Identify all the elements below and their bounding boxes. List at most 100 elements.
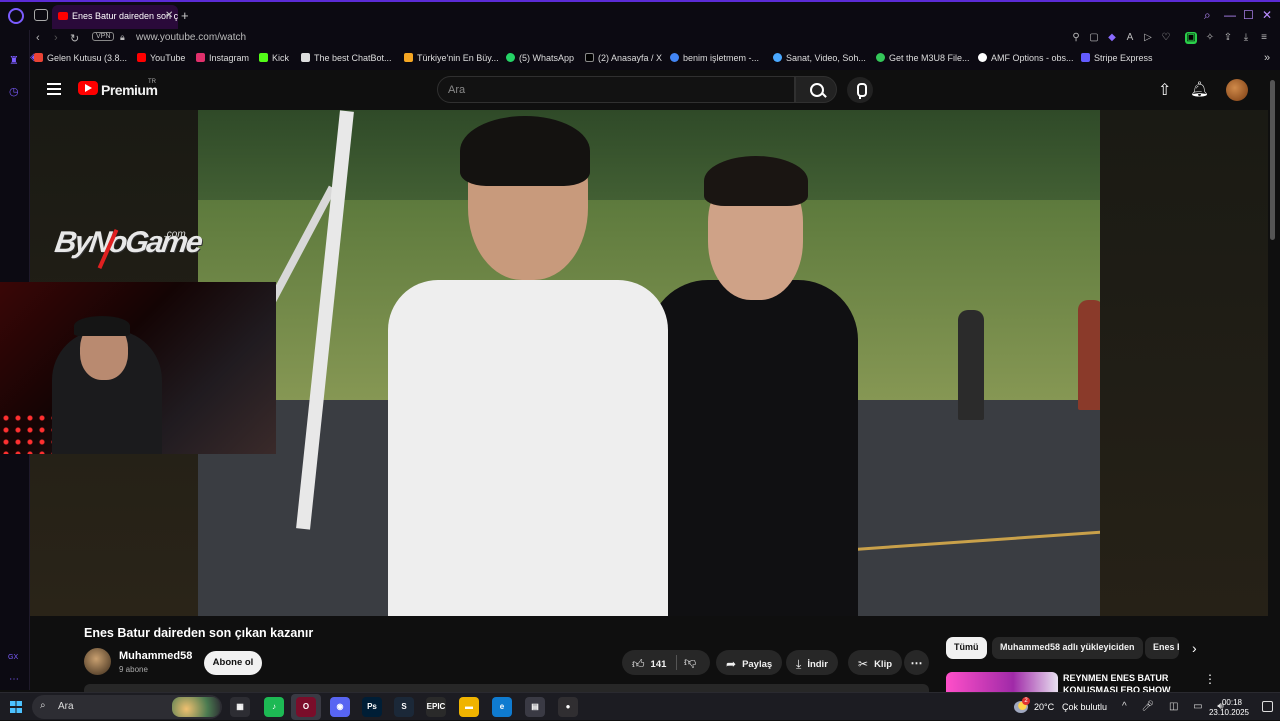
opera-gx-logo-icon[interactable] — [8, 8, 24, 24]
translate-icon[interactable]: A — [1124, 32, 1136, 44]
thumbs-up-icon: 👍︎ — [632, 657, 645, 671]
clock-time[interactable]: 00:18 — [1212, 698, 1252, 707]
recommended-menu-icon[interactable]: ⋮ — [1204, 672, 1216, 686]
clock-date[interactable]: 23.10.2025 — [1204, 708, 1254, 717]
bookmark-page-icon[interactable]: ⚲ — [1070, 32, 1082, 44]
extensions-icon[interactable]: ✧ — [1204, 32, 1216, 44]
bookmark-kick[interactable]: Kick — [259, 53, 289, 63]
back-icon[interactable]: ‹ — [36, 32, 40, 44]
vpn-badge[interactable]: VPN — [92, 32, 115, 41]
opera-gx-icon[interactable]: O — [296, 697, 316, 717]
subscribe-button[interactable]: Abone ol — [204, 651, 262, 675]
user-avatar[interactable] — [1226, 79, 1248, 101]
like-button[interactable]: 👍︎ 141 — [622, 650, 710, 675]
notification-center-icon[interactable] — [1262, 701, 1273, 712]
ms-store-icon[interactable]: ▤ — [525, 697, 545, 717]
person-hoodie — [648, 150, 868, 616]
windows-start-icon[interactable] — [10, 701, 22, 713]
reload-icon[interactable]: ↻ — [70, 32, 79, 45]
search-highlight-image[interactable] — [172, 697, 220, 717]
bookmark-amf[interactable]: AMF Options - obs... — [978, 53, 1074, 63]
epic-games-icon[interactable]: EPIC — [426, 697, 446, 717]
download-arrow-icon: ⤓ — [796, 657, 802, 671]
history-icon[interactable]: ◷ — [9, 85, 19, 98]
task-view-icon[interactable]: ▦ — [230, 697, 250, 717]
weather-description[interactable]: Çok bulutlu — [1062, 702, 1107, 712]
extension-active-icon[interactable]: ▣ — [1185, 32, 1197, 44]
more-actions-icon[interactable]: ⋯ — [904, 650, 929, 675]
snapshot-icon[interactable]: ▢ — [1088, 32, 1100, 44]
photoshop-icon[interactable]: Ps — [362, 697, 382, 717]
upload-icon[interactable]: ⇧ — [1158, 80, 1171, 100]
bookmarks-overflow-icon[interactable]: » — [1264, 52, 1270, 64]
bookmark-gmail[interactable]: Gelen Kutusu (3.8... — [34, 53, 127, 63]
thumbs-down-icon[interactable]: 👎︎ — [684, 655, 696, 670]
voice-search-button[interactable] — [847, 77, 873, 103]
discord-app-icon[interactable]: ◉ — [330, 697, 350, 717]
bookmark-whatsapp[interactable]: (5) WhatsApp — [506, 53, 574, 63]
download-button[interactable]: ⤓ İndir — [786, 650, 838, 675]
bookmark-m3u8[interactable]: Get the M3U8 File... — [876, 53, 970, 63]
hamburger-menu-icon[interactable] — [47, 83, 61, 95]
chip-all[interactable]: Tümü — [946, 637, 987, 659]
site-icon — [404, 53, 413, 62]
bookmark-youtube[interactable]: YouTube — [137, 53, 185, 63]
bookmark-sanat[interactable]: Sanat, Video, Soh... — [773, 53, 866, 63]
lock-icon[interactable]: 🔒︎ — [120, 32, 125, 43]
chip-from-uploader[interactable]: Muhammed58 adlı yükleyiciden — [992, 637, 1143, 659]
share-button[interactable]: ➦ Paylaş — [716, 650, 783, 675]
globe-icon — [773, 53, 782, 62]
sidebar-more-icon[interactable]: ⋯ — [9, 674, 19, 685]
bookmark-chatbot[interactable]: The best ChatBot... — [301, 53, 392, 63]
youtube-header: Premium TR Ara ⇧ 🔔︎ — [30, 70, 1280, 110]
search-tabs-icon[interactable]: ⌕ — [1204, 8, 1211, 23]
bookmark-business[interactable]: benim işletmem -... — [670, 53, 759, 63]
channel-name[interactable]: Muhammed58 — [119, 650, 192, 662]
bookmark-instagram[interactable]: Instagram — [196, 53, 249, 63]
shield-icon[interactable]: ◆ — [1106, 32, 1118, 44]
scissors-icon: ✂ — [858, 657, 869, 671]
clip-button[interactable]: ✂ Klip — [848, 650, 903, 675]
background-person — [958, 310, 984, 420]
bookmark-x[interactable]: (2) Anasayfa / X — [585, 53, 662, 63]
chip-enes[interactable]: Enes B — [1145, 637, 1179, 659]
spotify-icon[interactable]: ♪ — [264, 697, 284, 717]
download-icon[interactable]: ⤓ — [1240, 32, 1252, 44]
taskbar-search-icon: ⌕ — [40, 700, 46, 711]
url-field[interactable]: www.youtube.com/watch — [136, 32, 246, 43]
file-explorer-icon[interactable]: ▬ — [459, 697, 479, 717]
player-icon[interactable]: ▷ — [1142, 32, 1154, 44]
heart-icon[interactable]: ♡ — [1160, 32, 1172, 44]
video-title: Enes Batur daireden son çıkan kazanır — [84, 626, 314, 640]
minimize-icon[interactable]: — — [1224, 8, 1236, 22]
easy-setup-icon[interactable]: ≡ — [1258, 32, 1270, 44]
maximize-icon[interactable]: ☐ — [1243, 8, 1254, 22]
gx-control-icon[interactable]: GX — [8, 654, 18, 661]
tab-manager-icon[interactable] — [34, 9, 48, 21]
background-person — [1078, 300, 1100, 410]
share-page-icon[interactable]: ⇪ — [1222, 32, 1234, 44]
video-player[interactable] — [198, 110, 1100, 616]
youtube-logo-icon[interactable] — [78, 81, 98, 95]
forward-icon[interactable]: › — [54, 32, 58, 44]
bookmark-stripe[interactable]: Stripe Express — [1081, 53, 1153, 63]
channel-avatar[interactable] — [84, 648, 111, 675]
tab-close-icon[interactable]: ✕ — [165, 10, 173, 21]
edge-icon[interactable]: e — [492, 697, 512, 717]
description-box[interactable] — [84, 684, 929, 692]
search-button[interactable] — [795, 76, 837, 103]
gx-corner-icon[interactable]: ♜ — [9, 54, 19, 67]
active-tab[interactable]: Enes Batur daireden son ç — [52, 5, 178, 29]
new-tab-button[interactable]: + — [181, 8, 189, 23]
obs-icon[interactable]: ● — [558, 697, 578, 717]
weather-temperature[interactable]: 20°C — [1034, 702, 1054, 712]
notifications-bell-icon[interactable]: 🔔︎ — [1190, 80, 1209, 98]
steam-icon[interactable]: S — [394, 697, 414, 717]
recommended-thumbnail[interactable] — [946, 672, 1058, 692]
recommended-title[interactable]: REYNMEN ENES BATUR KONUŞMASI EBO SHOW — [1063, 672, 1193, 692]
bookmark-turkiye[interactable]: Türkiye'nin En Büy... — [404, 53, 499, 63]
chevron-right-icon[interactable]: › — [1192, 640, 1197, 656]
close-window-icon[interactable]: ✕ — [1262, 8, 1272, 22]
page-scrollbar[interactable] — [1270, 80, 1275, 240]
search-input[interactable]: Ara — [437, 76, 795, 103]
